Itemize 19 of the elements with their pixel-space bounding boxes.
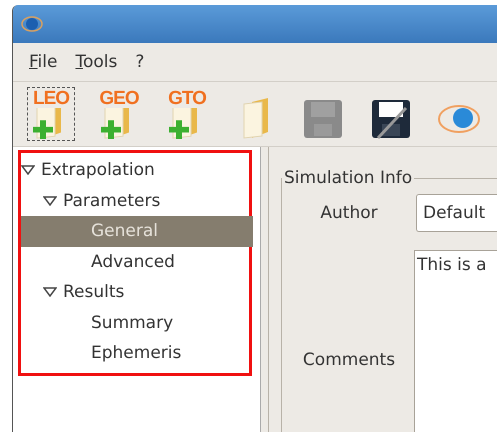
group-title: Simulation Info — [283, 168, 414, 188]
tree-item[interactable]: Results — [21, 277, 249, 308]
comments-field[interactable]: This is a — [414, 250, 497, 432]
app-icon[interactable] — [21, 14, 43, 34]
menu-item[interactable]: ? — [133, 50, 146, 74]
expander-icon[interactable] — [43, 287, 57, 298]
tree-item[interactable]: Summary — [21, 308, 249, 338]
tree-item[interactable]: Advanced — [21, 246, 249, 277]
tree-item[interactable]: Parameters — [21, 186, 249, 216]
comments-label: Comments — [302, 350, 396, 370]
floppy-disk-pen-icon — [370, 98, 412, 140]
menu-item[interactable]: Tools — [73, 50, 120, 74]
tree-item[interactable]: Extrapolation — [21, 155, 249, 186]
author-field[interactable]: Default — [416, 194, 497, 232]
tree-item[interactable]: Ephemeris — [21, 338, 249, 368]
expander-icon[interactable] — [21, 165, 35, 176]
expander-icon[interactable] — [43, 196, 57, 206]
author-label: Author — [319, 203, 379, 223]
menu-item[interactable]: File — [27, 50, 60, 74]
